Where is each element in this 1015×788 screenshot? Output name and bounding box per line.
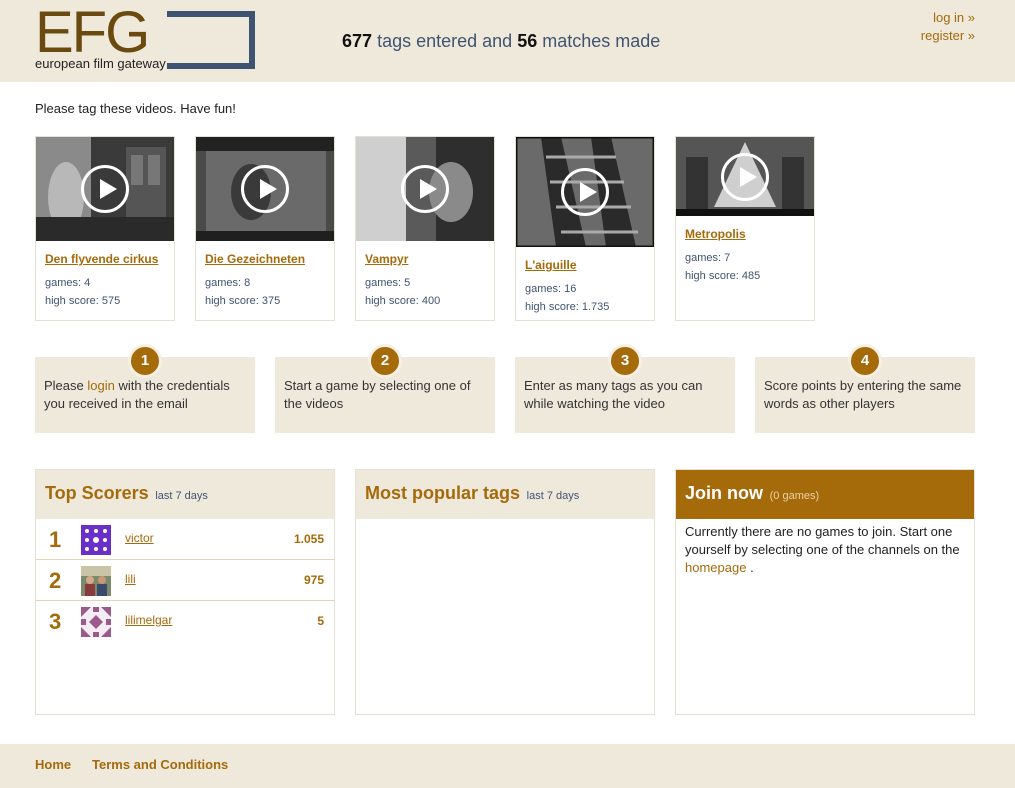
matches-label: matches made <box>542 31 661 51</box>
top-scorers-panel: Top Scorers last 7 days 1 victor 1.055 2… <box>35 469 335 715</box>
step-login-link[interactable]: login <box>87 378 114 393</box>
step-number-badge: 2 <box>368 344 402 378</box>
top-scorers-header: Top Scorers last 7 days <box>36 470 334 519</box>
scorer-row: 1 victor 1.055 <box>36 519 334 560</box>
panel-title: Most popular tags <box>365 483 521 503</box>
video-meta: games: 8 high score: 375 <box>205 274 334 310</box>
video-thumbnail[interactable] <box>36 137 174 241</box>
video-high-score: high score: 1.735 <box>525 301 610 313</box>
scorer-row: 3 lilimelgar 5 <box>36 601 334 642</box>
step-1: 1 Please login with the credentials you … <box>35 344 255 433</box>
video-meta: games: 5 high score: 400 <box>365 274 494 310</box>
step-4: 4 Score points by entering the same word… <box>755 344 975 433</box>
video-high-score: high score: 375 <box>205 295 281 307</box>
video-games: games: 5 <box>365 277 411 289</box>
join-now-header: Join now (0 games) <box>676 470 974 519</box>
popular-tags-header: Most popular tags last 7 days <box>356 470 654 519</box>
video-meta: games: 4 high score: 575 <box>45 274 174 310</box>
join-text: Currently there are no games to join. St… <box>685 524 960 557</box>
video-high-score: high score: 400 <box>365 295 441 307</box>
video-high-score: high score: 485 <box>685 270 761 282</box>
tags-label: tags entered and <box>377 31 513 51</box>
video-title[interactable]: Die Gezeichneten <box>205 252 334 266</box>
step-3: 3 Enter as many tags as you can while wa… <box>515 344 735 433</box>
video-games: games: 16 <box>525 283 577 295</box>
video-thumbnail[interactable] <box>196 137 334 241</box>
play-icon[interactable] <box>241 165 289 213</box>
video-card-vampyr[interactable]: Vampyr games: 5 high score: 400 <box>355 136 495 321</box>
video-games: games: 8 <box>205 277 251 289</box>
register-link[interactable]: register » <box>921 27 975 45</box>
panel-period: last 7 days <box>526 490 580 502</box>
auth-links: log in » register » <box>921 9 975 45</box>
scorer-score: 975 <box>303 573 324 587</box>
footer-home-link[interactable]: Home <box>35 757 71 772</box>
scorer-name[interactable]: lili <box>125 572 136 586</box>
video-title[interactable]: Den flyvende cirkus <box>45 252 174 266</box>
avatar[interactable] <box>81 525 111 555</box>
video-games: games: 4 <box>45 277 91 289</box>
logo-subtitle: european film gateway <box>35 56 166 71</box>
login-link[interactable]: log in » <box>921 9 975 27</box>
video-title[interactable]: Metropolis <box>685 227 814 241</box>
popular-tags-panel: Most popular tags last 7 days <box>355 469 655 715</box>
video-title[interactable]: L'aiguille <box>525 258 654 272</box>
play-icon[interactable] <box>401 165 449 213</box>
step-number-badge: 4 <box>848 344 882 378</box>
video-meta: games: 16 high score: 1.735 <box>525 280 654 316</box>
join-message: Currently there are no games to join. St… <box>685 524 960 575</box>
video-high-score: high score: 575 <box>45 295 121 307</box>
footer: Home Terms and Conditions <box>0 744 1015 788</box>
logo-frame-graphic <box>167 11 255 69</box>
video-thumbnail[interactable] <box>516 137 654 247</box>
step-number-badge: 1 <box>128 344 162 378</box>
video-card-die-gezeichneten[interactable]: Die Gezeichneten games: 8 high score: 37… <box>195 136 335 321</box>
scorer-score: 1.055 <box>293 532 324 546</box>
video-thumbnail[interactable] <box>356 137 494 241</box>
stats-line: 677 tags entered and 56 matches made <box>342 31 660 52</box>
scorer-rank: 3 <box>49 609 62 634</box>
panel-title: Top Scorers <box>45 483 149 503</box>
play-icon[interactable] <box>561 168 609 216</box>
play-icon[interactable] <box>721 152 769 201</box>
intro-text: Please tag these videos. Have fun! <box>35 101 236 116</box>
step-text: Start a game by selecting one of the vid… <box>284 378 471 411</box>
avatar[interactable] <box>81 566 111 596</box>
avatar[interactable] <box>81 607 111 637</box>
video-card-laiguille[interactable]: L'aiguille games: 16 high score: 1.735 <box>515 136 655 321</box>
video-card-den-flyvende-cirkus[interactable]: Den flyvende cirkus games: 4 high score:… <box>35 136 175 321</box>
scorer-rank: 1 <box>49 527 62 552</box>
video-meta: games: 7 high score: 485 <box>685 249 814 285</box>
step-number-badge: 3 <box>608 344 642 378</box>
step-text: Please login with the credentials you re… <box>44 378 230 411</box>
panel-title: Join now <box>685 483 763 503</box>
panel-period: last 7 days <box>155 490 208 502</box>
step-text: Score points by entering the same words … <box>764 378 962 411</box>
tags-count: 677 <box>342 31 373 51</box>
video-thumbnail[interactable] <box>676 137 814 216</box>
join-now-panel: Join now (0 games) Currently there are n… <box>675 469 975 715</box>
video-games: games: 7 <box>685 252 731 264</box>
step-2: 2 Start a game by selecting one of the v… <box>275 344 495 433</box>
video-title[interactable]: Vampyr <box>365 252 494 266</box>
step-text: Enter as many tags as you can while watc… <box>524 378 703 411</box>
footer-terms-link[interactable]: Terms and Conditions <box>92 757 228 772</box>
matches-count: 56 <box>517 31 538 51</box>
header: EFG european film gateway 677 tags enter… <box>0 0 1015 82</box>
games-count: (0 games) <box>769 490 820 502</box>
scorer-name[interactable]: lilimelgar <box>125 613 172 627</box>
scorer-rank: 2 <box>49 568 62 593</box>
play-icon[interactable] <box>81 165 129 213</box>
video-card-metropolis[interactable]: Metropolis games: 7 high score: 485 <box>675 136 815 321</box>
scorer-name[interactable]: victor <box>125 531 154 545</box>
efg-logo[interactable]: EFG european film gateway <box>35 0 260 72</box>
scorer-row: 2 lili 975 <box>36 560 334 601</box>
scorer-score: 5 <box>317 614 324 628</box>
homepage-link[interactable]: homepage <box>685 560 746 575</box>
